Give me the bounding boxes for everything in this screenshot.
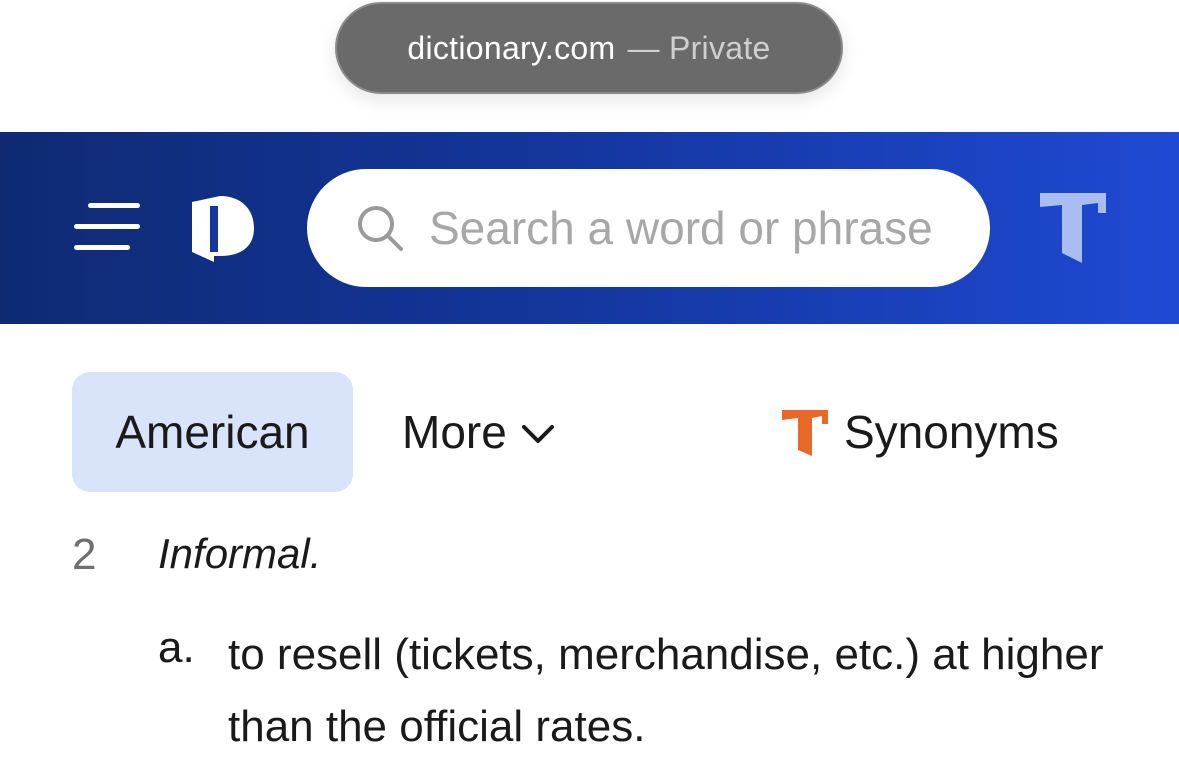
search-box[interactable] <box>307 169 990 287</box>
tab-american-label: American <box>115 406 310 458</box>
tab-american[interactable]: American <box>72 372 353 492</box>
thesaurus-logo-icon[interactable] <box>1038 191 1108 263</box>
chevron-down-icon <box>521 425 554 443</box>
browser-top-bar: dictionary.com — Private <box>0 0 1179 132</box>
url-domain: dictionary.com <box>407 29 616 66</box>
definition-number: 2 <box>72 530 97 579</box>
synonyms-thesaurus-icon <box>782 410 828 456</box>
sub-definition-letter: a. <box>158 623 195 672</box>
private-mode-label: — Private <box>627 29 771 66</box>
synonyms-link[interactable]: Synonyms <box>782 372 1059 492</box>
search-icon <box>358 206 403 251</box>
search-input[interactable] <box>429 201 969 255</box>
hamburger-menu-icon[interactable] <box>74 203 140 253</box>
synonyms-label: Synonyms <box>844 406 1059 458</box>
sub-definition-text: to resell (tickets, merchandise, etc.) a… <box>228 630 1104 751</box>
tab-more-dropdown[interactable]: More <box>402 372 555 492</box>
dictionary-logo-icon[interactable] <box>190 194 256 262</box>
tab-more-label: More <box>402 406 507 458</box>
url-pill[interactable]: dictionary.com — Private <box>335 2 843 94</box>
definition-usage-label: Informal. <box>158 530 322 577</box>
